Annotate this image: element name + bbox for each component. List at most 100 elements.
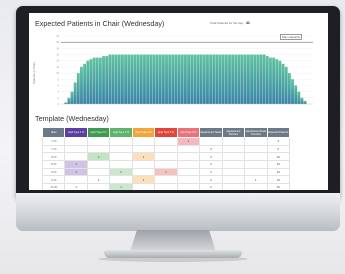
table-cell[interactable] [154,152,178,162]
table-cell[interactable]: 2 [199,160,223,169]
y-tick-label: 22 [56,35,59,38]
chart-bar [243,54,247,104]
table-cell[interactable]: 2 [86,152,111,162]
table-cell[interactable] [176,144,201,154]
table-cell[interactable]: 15 [266,175,291,185]
table-cell[interactable] [109,175,133,185]
table-cell[interactable] [109,137,133,146]
table-cell[interactable] [221,137,246,146]
chart-bar [284,66,288,104]
table-cell[interactable]: 1 [64,160,88,169]
table-cell[interactable]: 12 [266,160,291,169]
table-cell[interactable]: 4 [199,167,223,177]
table-cell[interactable]: 1 [244,175,268,185]
table-cell[interactable] [221,152,246,162]
table-cell[interactable] [131,183,156,190]
template-header-cell: Appt Type 3 hr [109,127,133,138]
chart-bar [199,54,203,104]
table-cell[interactable]: 2 [199,183,223,190]
table-cell[interactable] [64,175,88,185]
app-content: Expected Patients in Chair (Wednesday) T… [29,13,328,190]
table-cell[interactable] [221,167,246,177]
table-cell[interactable] [86,160,111,169]
chart-bar [272,57,276,104]
table-cell[interactable] [109,152,133,162]
table-cell[interactable] [154,137,178,146]
table-cell[interactable]: 1 [131,152,156,162]
table-cell[interactable] [64,152,88,162]
chart-bar [256,54,260,104]
row-time: 8:30 [41,160,66,169]
table-cell[interactable]: 16 [266,183,291,190]
template-header-cell: Appointment Ends Overtime [244,127,268,138]
table-cell[interactable]: 1 [86,175,111,185]
template-header-cell: Appointment Starts [199,127,223,138]
table-cell[interactable]: 10 [266,152,291,162]
table-cell[interactable]: 1 [64,183,88,190]
y-tick-label: 6 [58,84,60,87]
table-cell[interactable] [244,144,268,154]
chart-bar [247,54,250,104]
chart-bar [218,54,222,104]
table-cell[interactable] [244,167,268,177]
y-tick-label: 10 [56,72,59,75]
table-cell[interactable] [221,160,246,169]
table-cell[interactable] [86,167,111,177]
chart-bar [177,54,181,104]
table-cell[interactable]: 14 [266,167,291,177]
table-cell[interactable]: 6 [266,144,291,154]
table-cell[interactable] [199,137,223,146]
table-cell[interactable] [244,183,268,190]
table-cell[interactable] [221,144,246,154]
table-cell[interactable] [221,175,246,185]
chart-bar [224,54,228,104]
table-cell[interactable] [244,160,268,169]
table-cell[interactable] [176,160,201,169]
table-cell[interactable] [244,152,268,162]
table-cell[interactable] [154,183,178,190]
chart-bar [237,54,241,104]
chart-bar [171,54,175,104]
table-cell[interactable] [176,175,201,185]
table-cell[interactable] [131,144,156,154]
table-cell[interactable] [176,152,201,162]
table-cell[interactable] [154,175,178,185]
table-cell[interactable]: 3 [199,152,223,162]
chart-bar [190,54,194,104]
table-cell[interactable] [86,144,111,154]
table-cell[interactable]: 3 [199,144,223,154]
chart-bar [269,57,272,104]
table-cell[interactable] [154,160,178,169]
template-header-cell: Appt Type 5 hr [154,127,178,138]
table-cell[interactable] [131,137,156,146]
table-cell[interactable] [244,137,268,146]
table-cell[interactable]: 1 [109,183,133,190]
chart-bar [228,54,231,104]
chart-bar [184,54,187,104]
y-tick-label: 0 [58,103,60,106]
table-cell[interactable]: 1 [176,137,201,146]
table-cell[interactable]: 1 [154,167,178,177]
chart-title: Expected Patients in Chair (Wednesday) [35,19,165,28]
table-cell[interactable] [86,183,111,190]
table-cell[interactable] [109,160,133,169]
table-cell[interactable] [86,137,111,146]
table-cell[interactable]: 2 [199,175,223,185]
table-cell[interactable] [176,183,201,190]
table-cell[interactable]: 3 [266,137,291,146]
table-cell[interactable]: 1 [131,175,156,185]
chart-bar [303,100,307,104]
chart-bar [281,63,285,104]
table-cell[interactable] [131,160,156,169]
table-cell[interactable] [221,183,246,190]
table-cell[interactable] [64,137,88,146]
table-cell[interactable]: 1 [64,167,88,177]
table-cell[interactable] [64,144,88,154]
table-cell[interactable] [109,144,133,154]
template-header-cell: Appt Type 6 hr [176,127,201,138]
table-cell[interactable] [154,144,178,154]
chart-bar [105,56,109,104]
table-cell[interactable] [176,167,201,177]
table-cell[interactable] [131,167,156,177]
table-cell[interactable]: 2 [109,167,133,177]
